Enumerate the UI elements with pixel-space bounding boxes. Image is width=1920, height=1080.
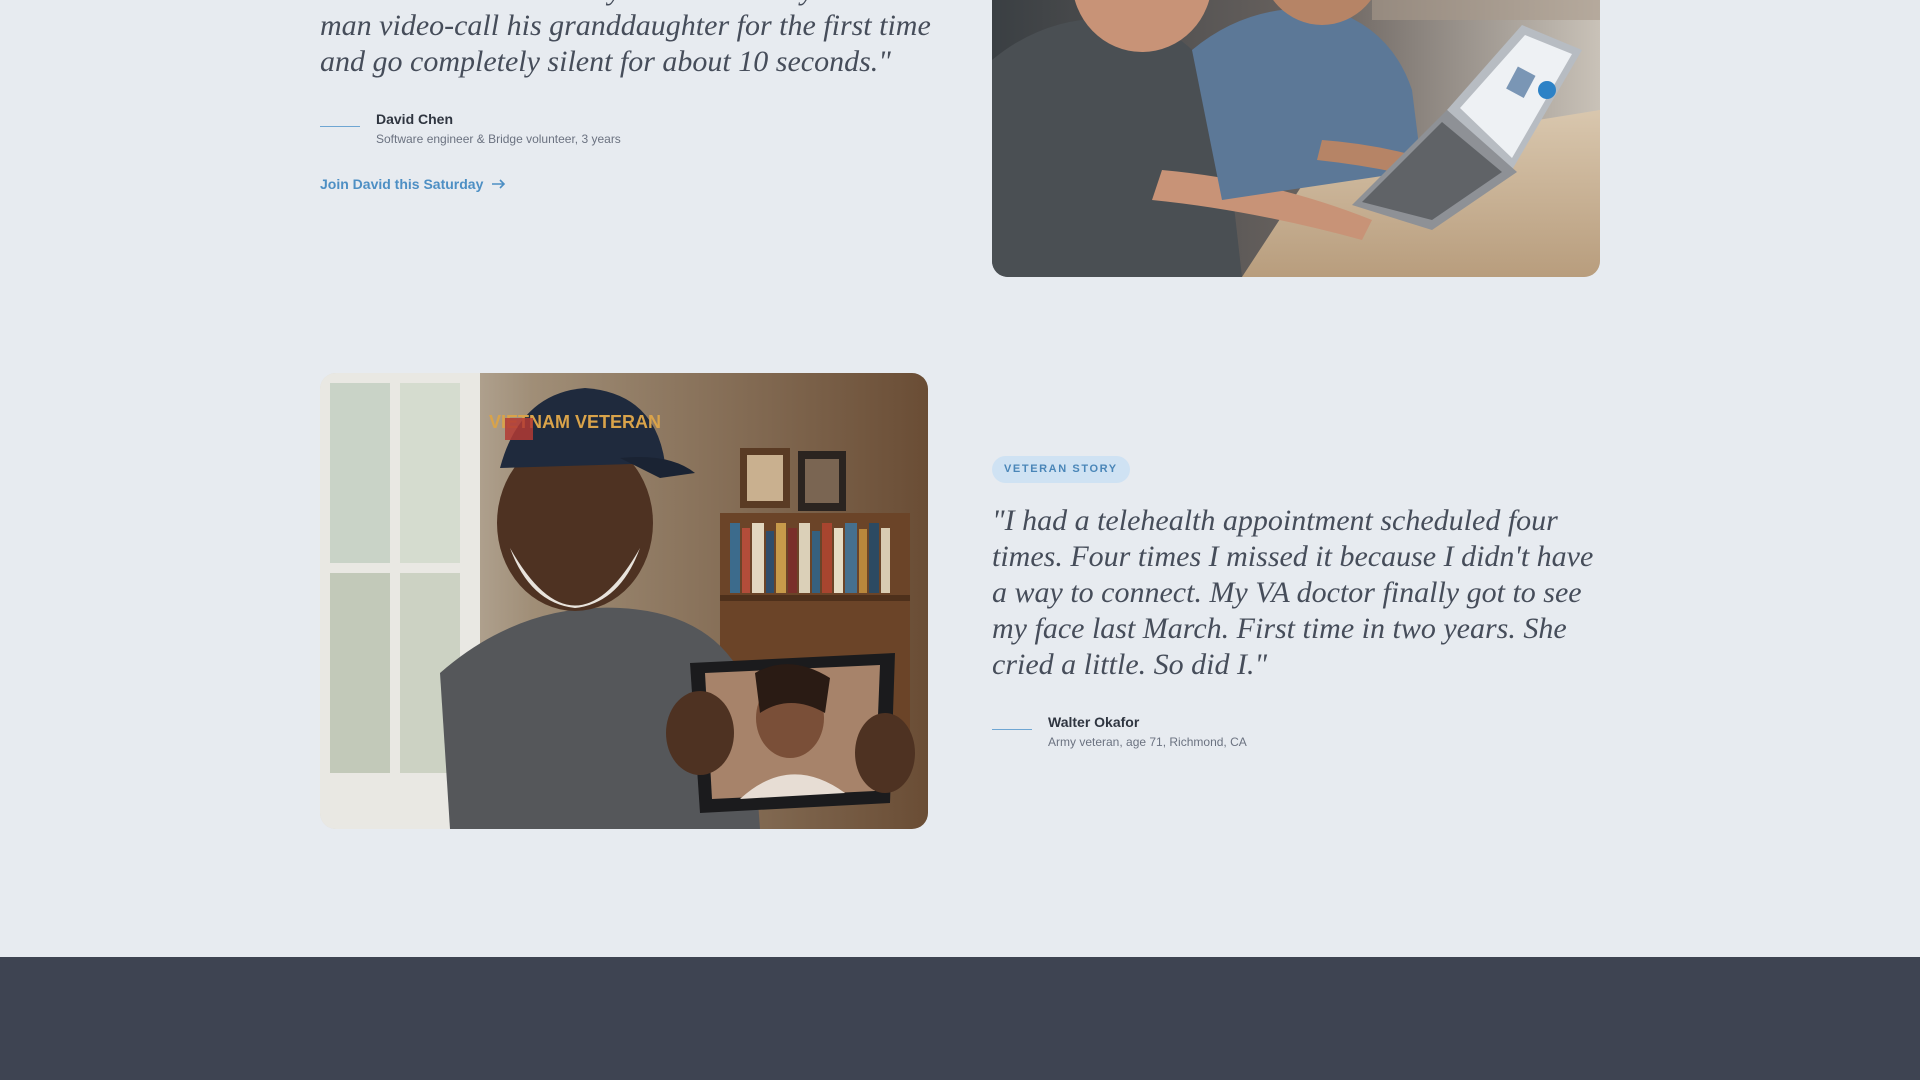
footer-section	[0, 957, 1920, 1080]
attribution: Walter Okafor Army veteran, age 71, Rich…	[992, 713, 1600, 750]
veteran-video-call-photo: VIETNAM VETERAN	[320, 373, 928, 829]
attribution-divider	[992, 729, 1032, 730]
page: That sounds small until you watch a 74-y…	[0, 0, 1920, 1080]
attribution-details: Walter Okafor Army veteran, age 71, Rich…	[1048, 713, 1247, 750]
arrow-right-icon	[492, 176, 506, 192]
attribution-divider	[320, 126, 360, 127]
testimonial-quote: That sounds small until you watch a 74-y…	[320, 0, 931, 78]
story-walter-text: VETERAN STORY "I had a telehealth appoin…	[992, 456, 1600, 750]
author-role: Software engineer & Bridge volunteer, 3 …	[376, 132, 621, 146]
author-name: Walter Okafor	[1048, 714, 1140, 730]
story-david-text: That sounds small until you watch a 74-y…	[320, 0, 940, 194]
join-link-label: Join David this Saturday	[320, 176, 484, 192]
testimonial-quote: "I had a telehealth appointment schedule…	[992, 504, 1594, 681]
author-role: Army veteran, age 71, Richmond, CA	[1048, 735, 1247, 749]
veteran-story-badge: VETERAN STORY	[992, 456, 1130, 483]
volunteer-helping-senior-photo	[992, 0, 1600, 277]
attribution-details: David Chen Software engineer & Bridge vo…	[376, 110, 621, 147]
join-david-link[interactable]: Join David this Saturday	[320, 176, 506, 192]
attribution: David Chen Software engineer & Bridge vo…	[320, 110, 940, 147]
author-name: David Chen	[376, 111, 454, 127]
